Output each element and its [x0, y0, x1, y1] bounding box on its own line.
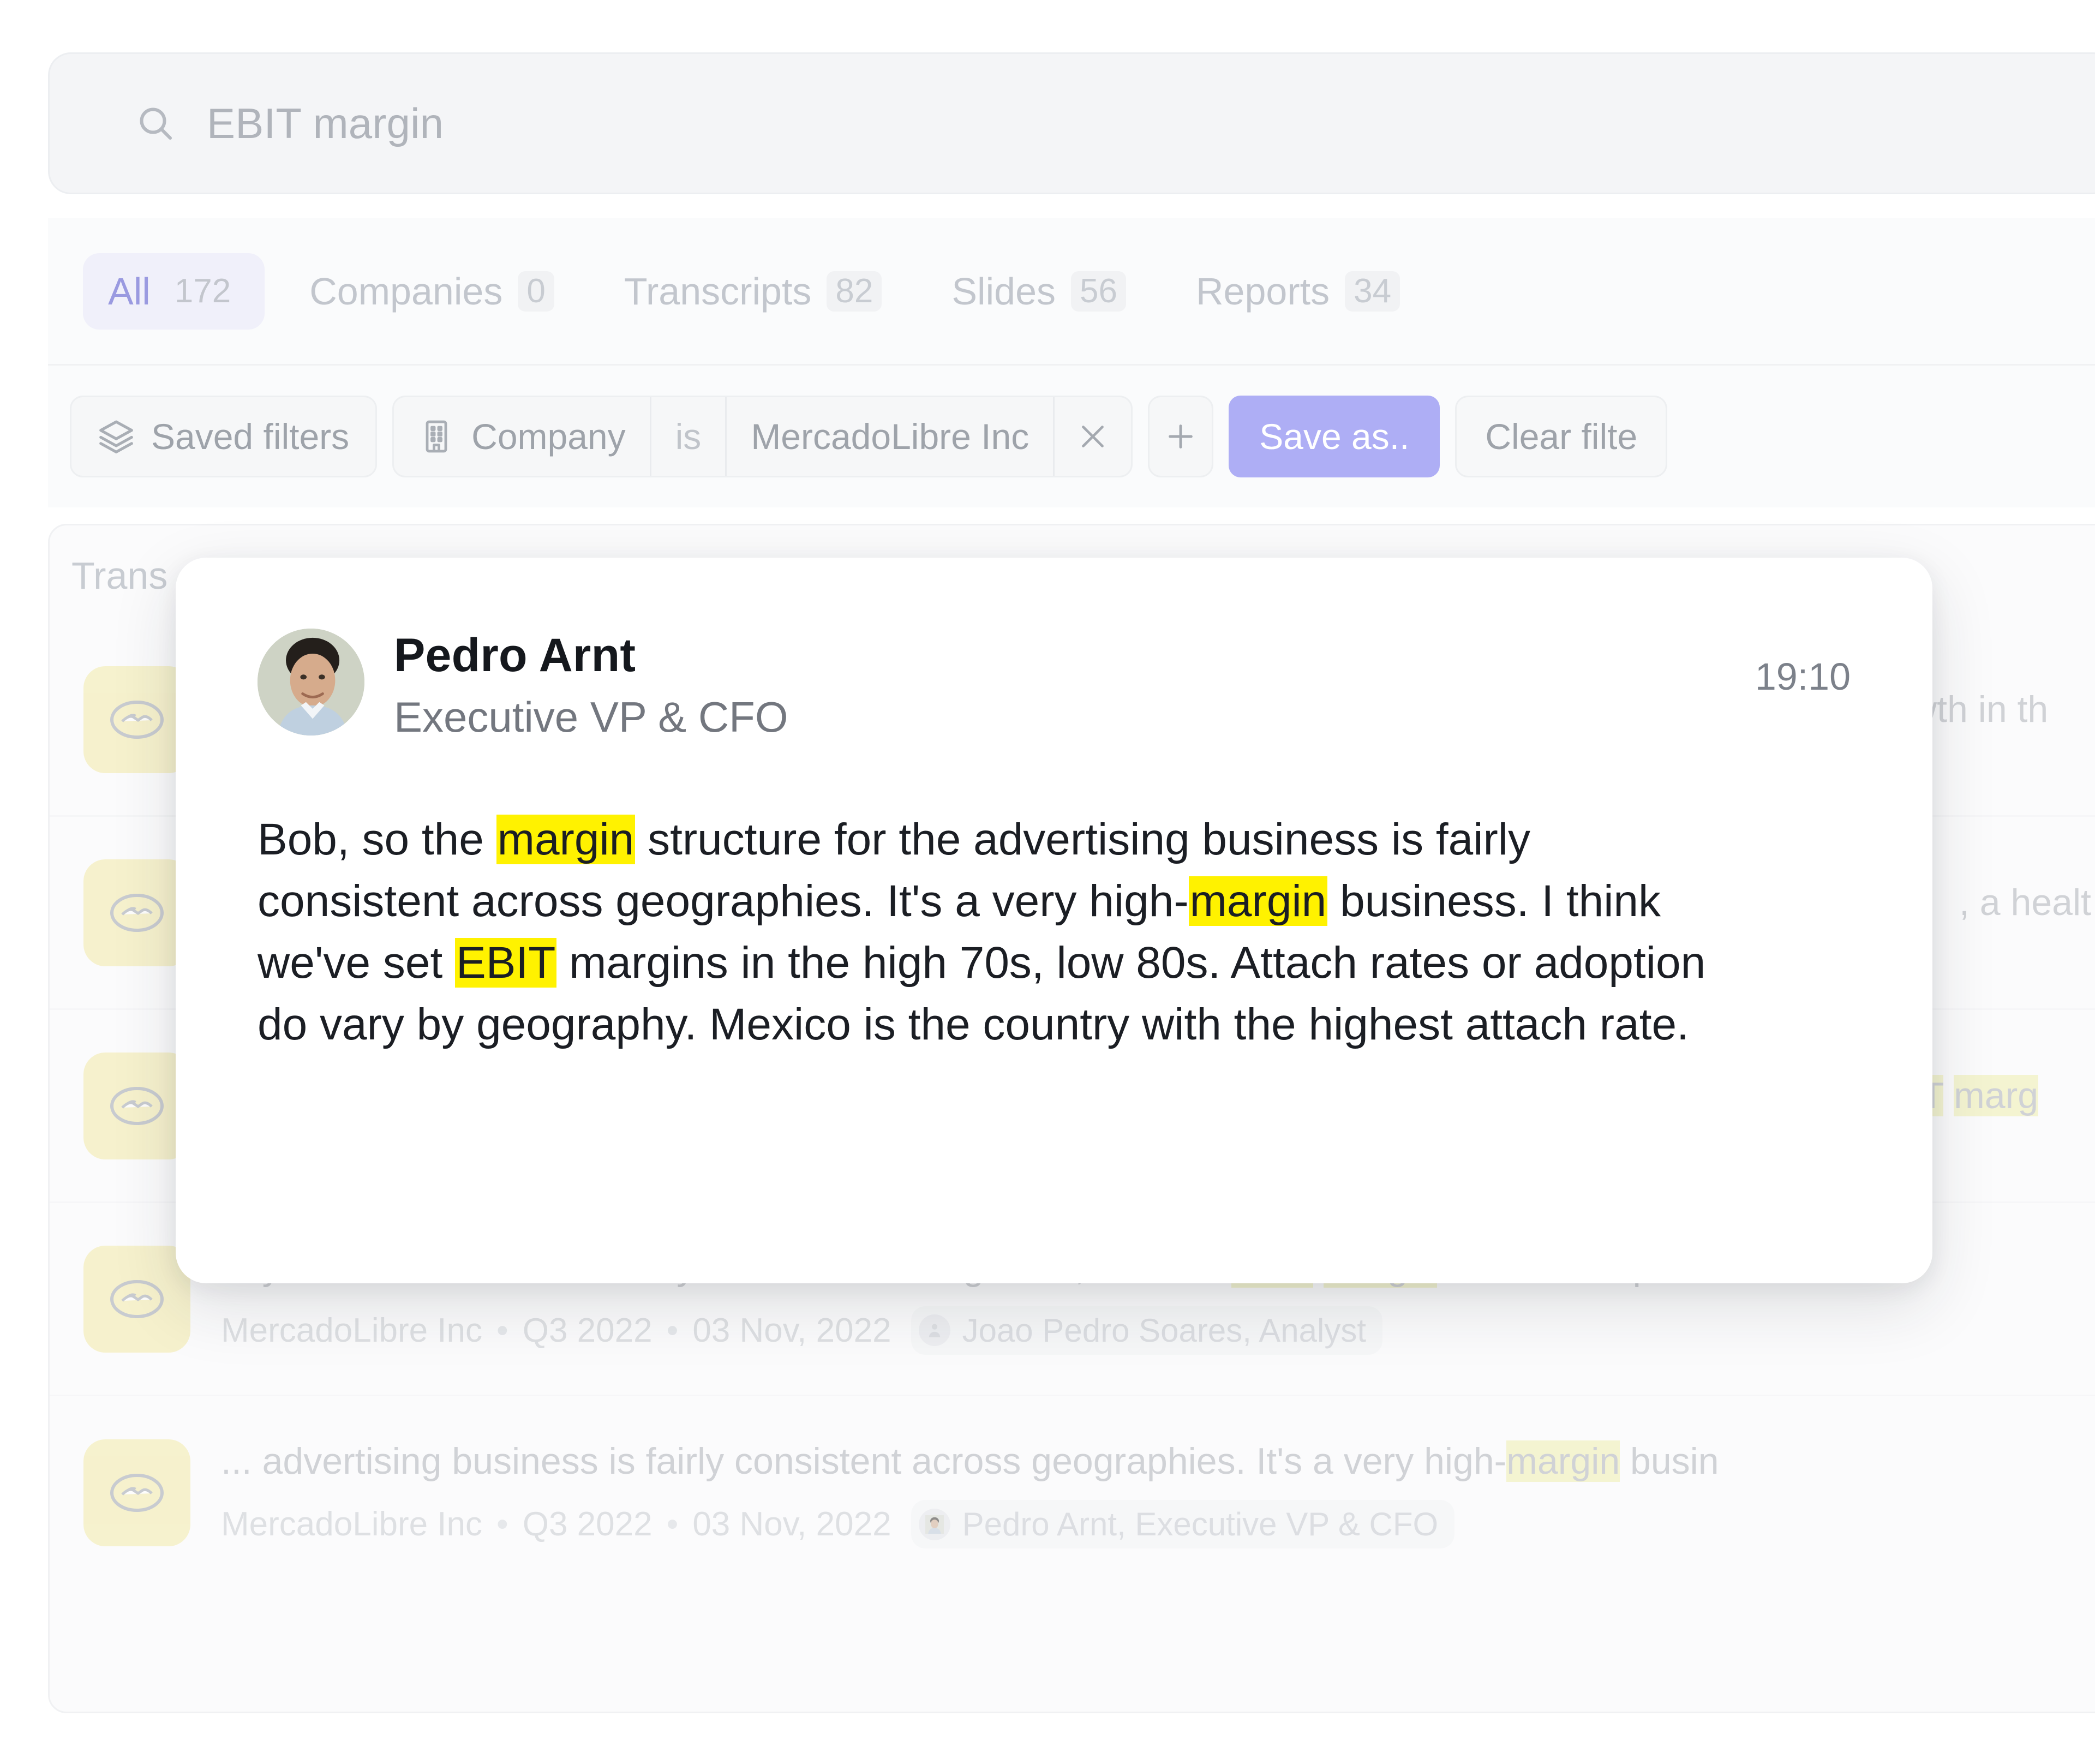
filter-value[interactable]: MercadoLibre Inc — [727, 397, 1055, 476]
tab-reports-count: 34 — [1345, 271, 1400, 312]
filter-value-label: MercadoLibre Inc — [751, 416, 1029, 457]
meta-separator: • — [496, 1311, 508, 1349]
tab-all-count: 172 — [174, 272, 231, 310]
list-item-snippet: ... advertising business is fairly consi… — [221, 1437, 2095, 1486]
table-row[interactable]: ... advertising business is fairly consi… — [50, 1396, 2095, 1589]
highlight-term: margin — [1188, 876, 1328, 926]
saved-filters-label: Saved filters — [151, 416, 350, 457]
tab-companies[interactable]: Companies 0 — [284, 253, 579, 330]
clear-filters-button[interactable]: Clear filte — [1455, 396, 1668, 477]
meta-date: 03 Nov, 2022 — [692, 1505, 891, 1544]
avatar — [918, 1508, 950, 1540]
building-icon — [418, 418, 455, 455]
snippet-text: busin — [1620, 1440, 1719, 1482]
list-item-meta: MercadoLibre Inc • Q3 2022 • 03 Nov, 202… — [221, 1306, 2095, 1355]
layers-icon — [98, 418, 135, 455]
quote-text: Bob, so the margin structure for the adv… — [258, 809, 1709, 1056]
section-title-transcripts: Trans — [71, 554, 168, 597]
highlight-term: margin — [1506, 1440, 1620, 1482]
meta-separator: • — [496, 1505, 508, 1544]
popup-speaker-info: Pedro Arnt Executive VP & CFO — [394, 629, 788, 742]
meta-company: MercadoLibre Inc — [221, 1505, 483, 1544]
meta-separator: • — [666, 1505, 679, 1544]
popup-header: Pedro Arnt Executive VP & CFO 19:10 — [258, 629, 1851, 742]
speaker-role: Executive VP & CFO — [394, 693, 788, 741]
meta-date: 03 Nov, 2022 — [692, 1311, 891, 1349]
meta-quarter: Q3 2022 — [522, 1311, 653, 1349]
filter-operator-label: is — [675, 416, 702, 457]
highlight-term: EBIT — [455, 938, 557, 988]
tab-slides[interactable]: Slides 56 — [926, 253, 1151, 330]
tab-reports[interactable]: Reports 34 — [1171, 253, 1425, 330]
avatar — [258, 629, 364, 736]
list-item-meta: MercadoLibre Inc • Q3 2022 • 03 Nov, 202… — [221, 1500, 2095, 1549]
author-name: Pedro Arnt, Executive VP & CFO — [962, 1506, 1439, 1543]
highlight-term: marg — [1954, 1075, 2039, 1116]
add-filter-button[interactable] — [1148, 396, 1214, 477]
mercadolibre-handshake-icon — [83, 1439, 190, 1546]
tab-companies-label: Companies — [309, 270, 503, 313]
author-chip[interactable]: Pedro Arnt, Executive VP & CFO — [911, 1500, 1455, 1549]
plus-icon — [1164, 420, 1198, 453]
meta-company: MercadoLibre Inc — [221, 1311, 483, 1349]
clear-filters-label: Clear filte — [1485, 416, 1638, 457]
result-type-tabs: All 172 Companies 0 Transcripts 82 Slide… — [48, 218, 2095, 366]
tab-transcripts-label: Transcripts — [624, 270, 812, 313]
timestamp: 19:10 — [1755, 655, 1851, 698]
filter-field-label: Company — [471, 416, 626, 457]
mercadolibre-handshake-icon — [83, 1052, 190, 1159]
tab-slides-label: Slides — [951, 270, 1056, 313]
search-bar[interactable]: EBIT margin — [48, 52, 2095, 194]
filter-bar: Saved filters Company is MercadoLibre In… — [48, 366, 2095, 507]
company-filter-group: Company is MercadoLibre Inc — [392, 396, 1133, 477]
search-input[interactable]: EBIT margin — [207, 99, 444, 148]
saved-filters-button[interactable]: Saved filters — [70, 396, 378, 477]
author-chip[interactable]: Joao Pedro Soares, Analyst — [911, 1306, 1383, 1355]
tab-companies-count: 0 — [518, 271, 554, 312]
snippet-text: ... advertising business is fairly consi… — [221, 1440, 1507, 1482]
list-item-snippet: , a healt — [1959, 882, 2091, 923]
quote-segment: Bob, so the — [258, 815, 496, 864]
save-as-button[interactable]: Save as.. — [1229, 396, 1440, 477]
mercadolibre-handshake-icon — [83, 1245, 190, 1353]
tab-reports-label: Reports — [1195, 270, 1330, 313]
search-icon — [136, 104, 175, 143]
page-title: Pedro Arnt — [394, 629, 636, 681]
person-icon — [918, 1314, 950, 1347]
search-results-page: EBIT margin All 172 Companies 0 Transcri… — [0, 0, 2095, 1764]
tab-transcripts[interactable]: Transcripts 82 — [599, 253, 907, 330]
author-name: Joao Pedro Soares, Analyst — [962, 1312, 1367, 1349]
save-as-label: Save as.. — [1259, 416, 1410, 457]
highlight-term: margin — [496, 815, 636, 864]
speaker-quote-popup: Pedro Arnt Executive VP & CFO 19:10 Bob,… — [176, 558, 1932, 1283]
tab-all[interactable]: All 172 — [83, 253, 265, 330]
tab-slides-count: 56 — [1071, 271, 1126, 312]
close-icon — [1076, 420, 1109, 453]
remove-filter-button[interactable] — [1055, 397, 1131, 476]
filter-field-company[interactable]: Company — [394, 397, 651, 476]
mercadolibre-handshake-icon — [83, 859, 190, 966]
meta-separator: • — [666, 1311, 679, 1349]
mercadolibre-handshake-icon — [83, 666, 190, 773]
meta-quarter: Q3 2022 — [522, 1505, 653, 1544]
tab-all-label: All — [108, 270, 151, 313]
tab-transcripts-count: 82 — [827, 271, 882, 312]
filter-operator[interactable]: is — [651, 397, 727, 476]
